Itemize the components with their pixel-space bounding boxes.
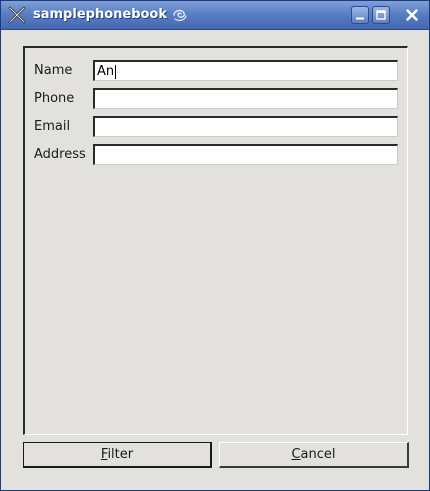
cancel-button[interactable]: Cancel xyxy=(219,442,409,468)
maximize-button[interactable] xyxy=(372,6,390,24)
minimize-icon xyxy=(356,17,364,20)
title-bar[interactable]: samplephonebook xyxy=(1,1,429,30)
filter-button[interactable]: Filter xyxy=(23,442,212,468)
email-label: Email xyxy=(34,119,71,134)
filter-form-panel: Name Phone Email Address xyxy=(23,46,408,435)
x-cross-icon[interactable] xyxy=(8,6,26,24)
maximize-icon xyxy=(376,10,386,20)
cancel-label-rest: ancel xyxy=(300,447,336,462)
address-label: Address xyxy=(34,147,86,162)
email-input[interactable] xyxy=(93,116,398,137)
swirl-icon xyxy=(173,9,187,22)
minimize-button[interactable] xyxy=(351,6,369,24)
close-button[interactable] xyxy=(403,6,421,24)
filter-label-rest: ilter xyxy=(107,447,134,462)
name-label: Name xyxy=(34,63,73,78)
address-input[interactable] xyxy=(93,144,398,165)
phone-input[interactable] xyxy=(93,88,398,109)
text-caret xyxy=(115,65,116,79)
name-input[interactable] xyxy=(93,60,398,81)
window-title: samplephonebook xyxy=(33,7,168,22)
phone-label: Phone xyxy=(34,91,75,106)
cancel-mnemonic: C xyxy=(291,447,301,462)
close-icon xyxy=(406,9,418,21)
app-window: samplephonebook Name An Phone Email Addr… xyxy=(0,0,430,491)
